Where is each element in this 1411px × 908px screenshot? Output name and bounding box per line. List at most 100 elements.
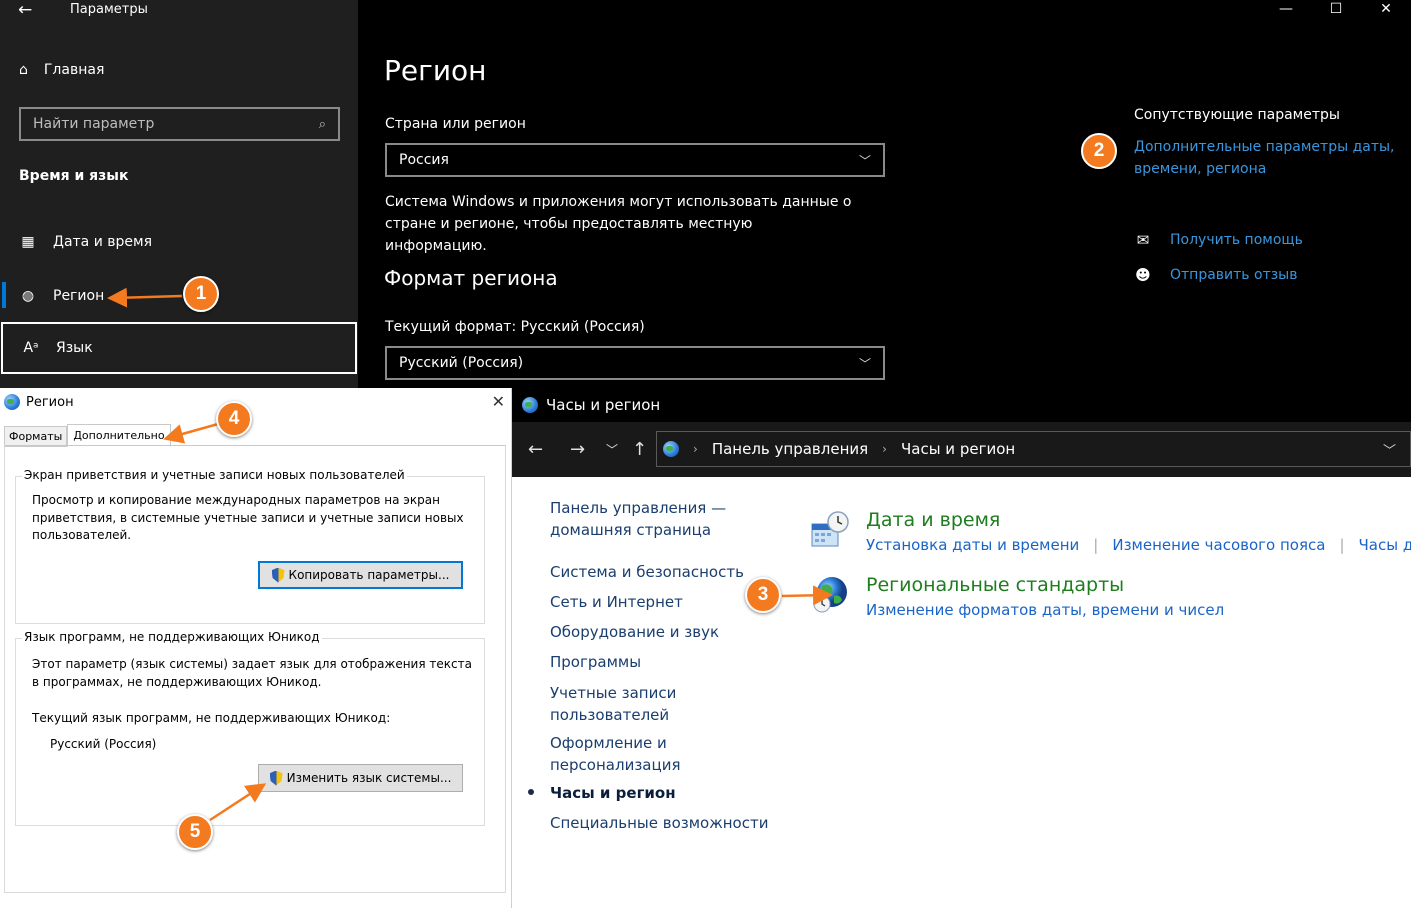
group-title: Язык программ, не поддерживающих Юникод xyxy=(22,630,322,644)
control-panel-window: Часы и регион ← → ﹀ ↑ › Панель управлени… xyxy=(512,388,1411,908)
control-panel-icon xyxy=(663,441,679,457)
home-label: Главная xyxy=(43,62,105,78)
calendar-clock-icon: ▦ xyxy=(21,234,35,250)
set-date-time-link[interactable]: Установка даты и времени xyxy=(866,536,1079,554)
breadcrumb-separator-icon[interactable]: › xyxy=(882,442,887,456)
nav-item-region[interactable]: ◍ Регион xyxy=(0,274,358,318)
chat-help-icon: ✉ xyxy=(1136,231,1150,249)
get-help-row[interactable]: ✉ Получить помощь xyxy=(1134,231,1303,249)
change-formats-link[interactable]: Изменение форматов даты, времени и чисел xyxy=(866,601,1224,619)
country-description: Система Windows и приложения могут испол… xyxy=(385,194,852,254)
nav-item-date-time[interactable]: ▦ Дата и время xyxy=(0,220,358,264)
category-date-time-links: Установка даты и времени | Изменение час… xyxy=(866,536,1411,554)
up-arrow-icon[interactable]: ↑ xyxy=(632,422,647,477)
regional-standards-icon xyxy=(813,577,847,613)
page-title: Регион xyxy=(384,54,487,87)
related-settings-title: Сопутствующие параметры xyxy=(1134,107,1340,123)
annotation-badge-4: 4 xyxy=(216,401,252,437)
nav-item-language[interactable]: Aᵃ Язык xyxy=(1,322,357,374)
country-dropdown[interactable]: Россия ﹀ xyxy=(385,143,885,177)
settings-search-box[interactable]: ⌕ xyxy=(19,107,340,141)
annotation-badge-5: 5 xyxy=(177,814,213,850)
back-arrow-icon[interactable]: ← xyxy=(528,422,543,477)
settings-sidebar: ← Параметры ⌂ Главная ⌕ Время и язык ▦ Д… xyxy=(0,0,358,388)
send-feedback-link[interactable]: Отправить отзыв xyxy=(1170,267,1297,283)
breadcrumb-item[interactable]: Часы и регион xyxy=(901,440,1015,458)
current-format-label: Текущий формат: Русский (Россия) xyxy=(385,319,645,335)
region-dialog-title: Регион xyxy=(26,394,74,410)
sidebar-link-system-security[interactable]: Система и безопасность xyxy=(550,561,780,583)
sidebar-link-user-accounts[interactable]: Учетные записи пользователей xyxy=(550,682,700,726)
change-locale-label: Изменить язык системы... xyxy=(286,771,452,785)
sidebar-link-appearance[interactable]: Оформление и персонализация xyxy=(550,732,700,776)
search-icon[interactable]: ⌕ xyxy=(319,117,326,132)
link-divider: | xyxy=(1093,536,1099,554)
clock-globe-icon xyxy=(522,397,538,413)
home-icon: ⌂ xyxy=(19,62,28,78)
feedback-person-icon: ☻ xyxy=(1135,266,1151,284)
settings-search-input[interactable] xyxy=(33,116,319,132)
chevron-down-icon: ﹀ xyxy=(858,356,871,371)
minimize-button[interactable]: — xyxy=(1261,0,1311,22)
country-label: Страна или регион xyxy=(385,116,526,132)
maximize-button[interactable]: ☐ xyxy=(1311,0,1361,22)
sidebar-link-hardware-sound[interactable]: Оборудование и звук xyxy=(550,621,780,643)
recent-dropdown-icon[interactable]: ﹀ xyxy=(606,422,618,477)
group-description: Этот параметр (язык системы) задает язык… xyxy=(32,657,472,689)
home-nav-item[interactable]: ⌂ Главная xyxy=(19,62,104,78)
format-value: Русский (Россия) xyxy=(399,355,524,371)
tab-formats[interactable]: Форматы xyxy=(4,426,68,447)
current-item-bullet xyxy=(528,789,534,795)
breadcrumb-separator-icon[interactable]: › xyxy=(693,442,698,456)
settings-window: ← Параметры ⌂ Главная ⌕ Время и язык ▦ Д… xyxy=(0,0,1411,388)
category-date-time-title[interactable]: Дата и время xyxy=(866,509,1000,531)
copy-settings-label: Копировать параметры... xyxy=(288,568,450,582)
chevron-down-icon[interactable]: ﹀ xyxy=(1383,440,1396,459)
globe-icon xyxy=(4,394,20,410)
breadcrumb-item[interactable]: Панель управления xyxy=(712,440,868,458)
region-dialog-titlebar: Регион xyxy=(4,394,74,410)
format-dropdown[interactable]: Русский (Россия) ﹀ xyxy=(385,346,885,380)
control-panel-titlebar: Часы и регион xyxy=(512,388,1411,422)
welcome-screen-group: Экран приветствия и учетные записи новых… xyxy=(15,468,485,624)
category-regional-standards-title[interactable]: Региональные стандарты xyxy=(866,574,1124,596)
sidebar-link-home[interactable]: Панель управления — домашняя страница xyxy=(550,497,740,541)
get-help-link[interactable]: Получить помощь xyxy=(1170,232,1303,248)
change-time-zone-link[interactable]: Изменение часового пояса xyxy=(1112,536,1325,554)
feedback-row[interactable]: ☻ Отправить отзыв xyxy=(1134,266,1297,284)
advanced-tab-panel: Экран приветствия и учетные записи новых… xyxy=(4,445,506,893)
copy-settings-button[interactable]: Копировать параметры... xyxy=(258,561,463,589)
forward-arrow-icon[interactable]: → xyxy=(570,422,585,477)
group-description: Просмотр и копирование международных пар… xyxy=(32,493,464,542)
format-heading: Формат региона xyxy=(384,266,558,290)
sidebar-link-programs[interactable]: Программы xyxy=(550,651,780,673)
language-icon: Aᵃ xyxy=(23,340,39,356)
country-value: Россия xyxy=(399,152,449,168)
nav-label: Регион xyxy=(53,288,105,304)
clocks-link[interactable]: Часы для р xyxy=(1359,536,1411,554)
sidebar-link-clock-region[interactable]: Часы и регион xyxy=(550,782,780,804)
breadcrumb[interactable]: › Панель управления › Часы и регион ﹀ xyxy=(656,431,1411,467)
uac-shield-icon xyxy=(271,567,285,583)
sidebar-link-accessibility[interactable]: Специальные возможности xyxy=(550,812,780,834)
date-time-icon xyxy=(811,511,849,547)
current-language-label: Текущий язык программ, не поддерживающих… xyxy=(32,711,391,725)
region-dialog: Регион ✕ Форматы Дополнительно Экран при… xyxy=(0,388,512,908)
close-icon[interactable]: ✕ xyxy=(492,392,505,411)
additional-date-time-region-link[interactable]: Дополнительные параметры даты, времени, … xyxy=(1134,136,1399,180)
group-title: Экран приветствия и учетные записи новых… xyxy=(22,468,407,482)
current-language-value: Русский (Россия) xyxy=(50,737,157,751)
window-controls: — ☐ ✕ xyxy=(1261,0,1411,22)
chevron-down-icon: ﹀ xyxy=(858,153,871,168)
nav-label: Дата и время xyxy=(53,234,152,250)
annotation-badge-1: 1 xyxy=(183,276,219,312)
annotation-badge-3: 3 xyxy=(745,577,781,613)
settings-window-title: Параметры xyxy=(70,2,148,17)
back-arrow-icon[interactable]: ← xyxy=(18,0,32,20)
close-button[interactable]: ✕ xyxy=(1361,0,1411,22)
tab-advanced[interactable]: Дополнительно xyxy=(67,424,171,447)
change-system-locale-button[interactable]: Изменить язык системы... xyxy=(258,764,463,792)
globe-icon: ◍ xyxy=(21,288,35,304)
link-divider: | xyxy=(1339,536,1345,554)
region-dialog-tabs: Форматы Дополнительно xyxy=(4,424,171,447)
